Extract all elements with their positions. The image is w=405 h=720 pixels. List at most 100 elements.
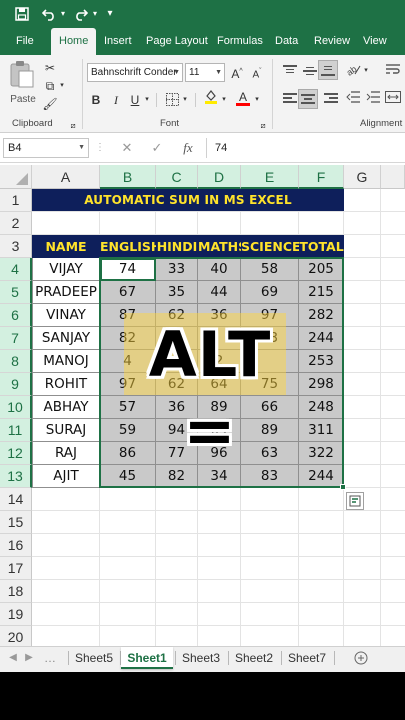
table-cell-value[interactable]: 89 — [241, 419, 299, 442]
grow-font-button[interactable]: A^ — [229, 63, 245, 81]
align-middle-icon[interactable] — [303, 65, 317, 77]
quick-analysis-button[interactable] — [346, 492, 364, 510]
tab-review[interactable]: Review — [314, 28, 350, 55]
fill-color-dropdown-icon[interactable]: ▾ — [220, 91, 228, 109]
column-header-d[interactable]: D — [198, 165, 241, 189]
font-color-icon[interactable]: A — [236, 88, 250, 106]
row-header-3[interactable]: 3 — [0, 235, 32, 258]
column-header-f[interactable]: F — [299, 165, 344, 189]
tab-view[interactable]: View — [363, 28, 387, 55]
table-cell-value[interactable]: 74 — [100, 258, 156, 281]
wrap-text-icon[interactable] — [384, 62, 402, 80]
table-cell-name[interactable]: ABHAY — [32, 396, 100, 419]
table-cell-value[interactable]: 215 — [299, 281, 344, 304]
table-cell-value[interactable]: 33 — [156, 258, 198, 281]
underline-button[interactable]: U — [128, 91, 142, 109]
row-header-17[interactable]: 17 — [0, 557, 32, 580]
orientation-dropdown-icon[interactable]: ▾ — [362, 62, 370, 80]
enter-icon[interactable]: ✓ — [148, 138, 166, 158]
borders-dropdown-icon[interactable]: ▾ — [181, 91, 189, 109]
copy-icon[interactable]: ⧉ — [42, 77, 58, 95]
bold-button[interactable]: B — [89, 91, 103, 109]
formula-input[interactable]: 74 — [206, 138, 405, 158]
row-header-14[interactable]: 14 — [0, 488, 32, 511]
font-name-select[interactable]: Bahnschrift Conder ▼ — [87, 63, 183, 82]
row-header-10[interactable]: 10 — [0, 396, 32, 419]
align-top-icon[interactable] — [283, 65, 297, 77]
sheet-tab-sheet2[interactable]: Sheet2 — [229, 647, 279, 669]
table-cell-value[interactable]: 57 — [100, 396, 156, 419]
undo-icon[interactable] — [40, 4, 58, 24]
sheet-tab-sheet1[interactable]: Sheet1 — [121, 647, 173, 669]
row-header-16[interactable]: 16 — [0, 534, 32, 557]
table-cell-value[interactable]: 69 — [241, 281, 299, 304]
row-header-18[interactable]: 18 — [0, 580, 32, 603]
tab-formulas[interactable]: Formulas — [217, 28, 263, 55]
add-sheet-icon[interactable] — [352, 647, 370, 669]
row-header-12[interactable]: 12 — [0, 442, 32, 465]
column-header-b[interactable]: B — [100, 165, 156, 189]
scroll-right-icon[interactable]: ▶ — [22, 647, 36, 669]
table-cell-name[interactable]: RAJ — [32, 442, 100, 465]
redo-dropdown-icon[interactable]: ▾ — [90, 4, 100, 24]
decrease-indent-icon[interactable] — [344, 90, 362, 108]
row-header-7[interactable]: 7 — [0, 327, 32, 350]
orientation-icon[interactable]: ab — [344, 62, 362, 80]
cut-icon[interactable]: ✂ — [42, 59, 58, 77]
row-header-9[interactable]: 9 — [0, 373, 32, 396]
table-cell-value[interactable]: 311 — [299, 419, 344, 442]
table-cell-value[interactable]: 86 — [100, 442, 156, 465]
table-title[interactable]: AUTOMATIC SUM IN MS EXCEL — [32, 189, 344, 211]
row-header-15[interactable]: 15 — [0, 511, 32, 534]
table-header-name[interactable]: NAME — [32, 235, 100, 258]
table-cell-name[interactable]: SANJAY — [32, 327, 100, 350]
table-cell-value[interactable]: 244 — [299, 327, 344, 350]
table-cell-name[interactable]: ROHIT — [32, 373, 100, 396]
table-cell-name[interactable]: PRADEEP — [32, 281, 100, 304]
table-cell-value[interactable]: 298 — [299, 373, 344, 396]
undo-dropdown-icon[interactable]: ▾ — [58, 4, 68, 24]
underline-dropdown-icon[interactable]: ▾ — [143, 91, 151, 109]
cancel-icon[interactable]: ✕ — [118, 138, 136, 158]
table-header-science[interactable]: SCIENCE — [241, 235, 299, 258]
row-header-19[interactable]: 19 — [0, 603, 32, 626]
tab-page-layout[interactable]: Page Layout — [146, 28, 208, 55]
font-size-select[interactable]: 11 ▼ — [185, 63, 225, 82]
paste-button[interactable]: Paste — [8, 59, 38, 109]
customize-qat-icon[interactable]: ▾ — [104, 4, 116, 24]
tab-file[interactable]: File — [16, 28, 34, 55]
table-cell-name[interactable]: VINAY — [32, 304, 100, 327]
table-cell-value[interactable]: 205 — [299, 258, 344, 281]
table-cell-value[interactable]: 35 — [156, 281, 198, 304]
column-header-c[interactable]: C — [156, 165, 198, 189]
table-header-maths[interactable]: MATHS — [198, 235, 241, 258]
table-cell-value[interactable]: 83 — [241, 465, 299, 488]
table-cell-value[interactable]: 44 — [198, 281, 241, 304]
tab-data[interactable]: Data — [275, 28, 298, 55]
column-header-e[interactable]: E — [241, 165, 299, 189]
table-cell-value[interactable]: 63 — [241, 442, 299, 465]
table-cell-value[interactable]: 40 — [198, 258, 241, 281]
table-cell-name[interactable]: AJIT — [32, 465, 100, 488]
table-cell-value[interactable]: 59 — [100, 419, 156, 442]
row-header-4[interactable]: 4 — [0, 258, 32, 281]
row-header-5[interactable]: 5 — [0, 281, 32, 304]
sheet-tab-sheet7[interactable]: Sheet7 — [282, 647, 332, 669]
table-cell-value[interactable]: 322 — [299, 442, 344, 465]
scroll-left-icon[interactable]: ◀ — [6, 647, 20, 669]
copy-dropdown-icon[interactable]: ▾ — [58, 77, 66, 95]
table-cell-value[interactable]: 282 — [299, 304, 344, 327]
column-header-g[interactable]: G — [344, 165, 381, 189]
borders-icon[interactable] — [164, 91, 180, 109]
table-cell-name[interactable]: VIJAY — [32, 258, 100, 281]
merge-center-icon[interactable] — [384, 90, 402, 108]
insert-function-icon[interactable]: fx — [178, 138, 198, 158]
align-bottom-icon[interactable] — [318, 60, 338, 80]
tab-home[interactable]: Home — [51, 28, 97, 55]
align-left-icon[interactable] — [283, 93, 297, 105]
italic-button[interactable]: I — [109, 91, 123, 109]
shrink-font-button[interactable]: Aˇ — [249, 63, 265, 81]
table-cell-name[interactable]: MANOJ — [32, 350, 100, 373]
table-cell-value[interactable]: 66 — [241, 396, 299, 419]
table-header-total[interactable]: TOTAL — [299, 235, 344, 258]
